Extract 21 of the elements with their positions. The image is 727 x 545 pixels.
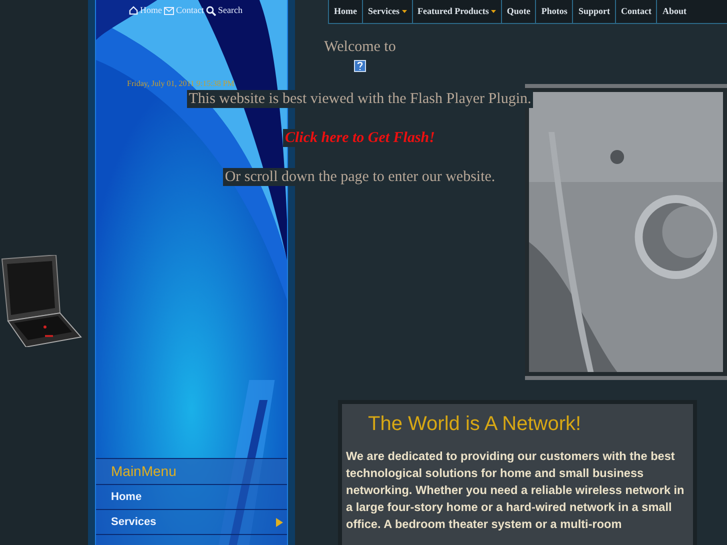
scroll-hint: Or scroll down the page to enter our website. [222,168,498,186]
menu-item[interactable]: Home [96,485,287,510]
top-link[interactable]: Search [206,4,242,18]
nav-item[interactable]: Contact [614,0,656,23]
menu-item[interactable]: Services [96,510,287,535]
nav-item[interactable]: Services [362,0,412,23]
menu-header: MainMenu [96,458,287,485]
nav-item[interactable]: About [656,0,692,23]
nav-item[interactable]: Support [572,0,615,23]
envelope-icon [164,6,174,15]
content-heading: The World is A Network! [367,412,582,436]
nav-item[interactable]: Quote [500,0,536,23]
nav-item[interactable]: Home [328,0,362,23]
nav-item[interactable]: Featured Products [412,0,501,23]
flash-message: This website is best viewed with the Flash Player Plugin. [186,90,534,108]
nav-item[interactable]: Photos [535,0,572,23]
date-text: Friday, July 01, 2011 9:15:38 PM [126,78,236,90]
home-icon [129,6,138,16]
search-icon [206,6,216,16]
content-paragraph: We are dedicated to providing our customers with the best technological solutions for home and small business networking. Whether you need a reliable wireless network in a large four-story home or a hard-wired network in a small office. A bedroom theater system or a multi-room [346,448,686,533]
help-icon [354,60,366,72]
